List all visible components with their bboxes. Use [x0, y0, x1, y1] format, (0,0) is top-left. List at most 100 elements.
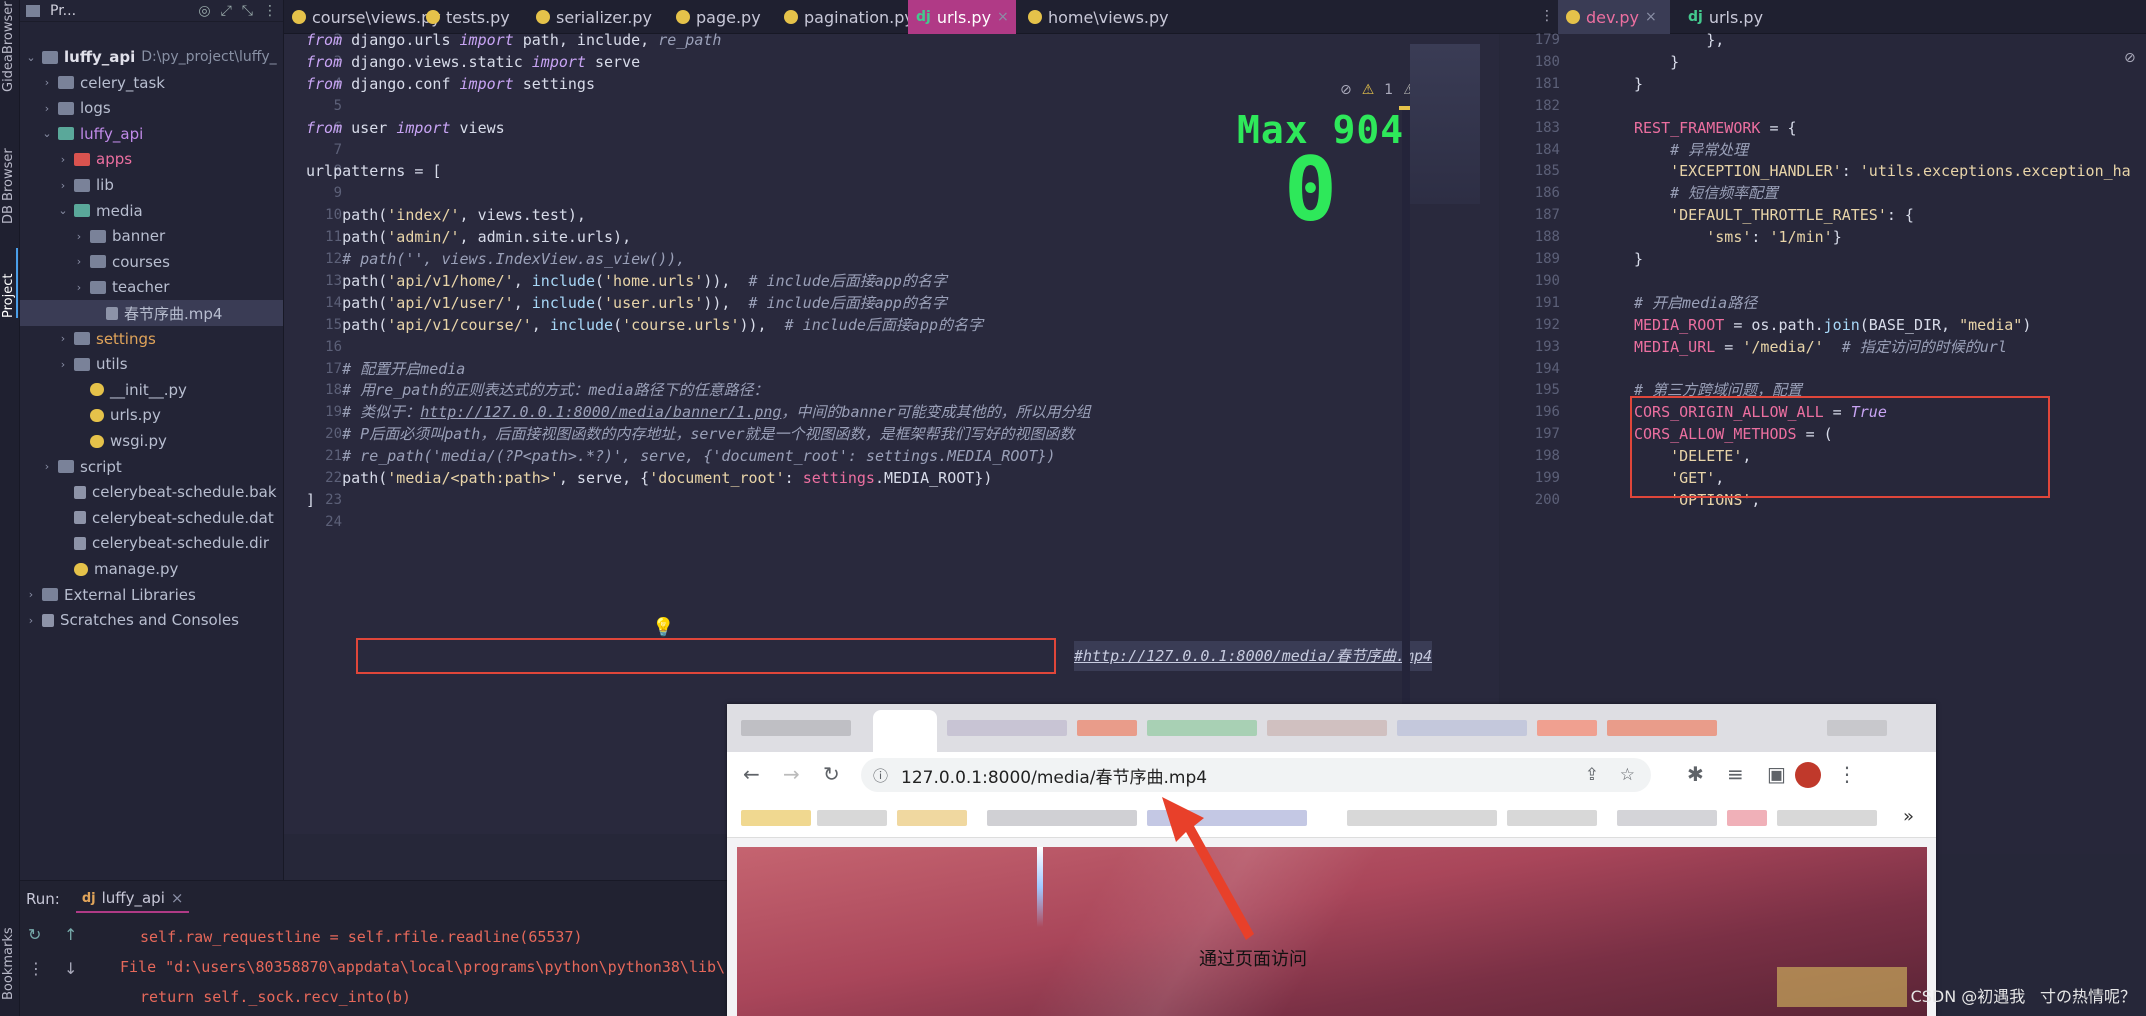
tree-item[interactable]: › lib	[20, 172, 283, 198]
editor-tab[interactable]: dj urls.py ×	[908, 0, 1016, 34]
chevron-right-icon[interactable]: ›	[56, 179, 70, 192]
chevron-right-icon[interactable]: ›	[72, 281, 86, 294]
scroll-down-icon[interactable]: ↓	[64, 959, 77, 978]
lightbulb-icon[interactable]: 💡	[652, 617, 674, 638]
back-icon[interactable]: ←	[743, 762, 760, 786]
project-icon	[26, 4, 40, 17]
editor-tab-label: urls.py	[1708, 7, 1764, 27]
tree-item[interactable]: 春节序曲.mp4	[20, 300, 283, 326]
video-player[interactable]	[737, 847, 1927, 1016]
chevron-right-icon[interactable]: ›	[24, 614, 38, 627]
code-token: 'api/v1/home/'	[387, 271, 514, 290]
forward-icon[interactable]: →	[783, 762, 800, 786]
chevron-right-icon[interactable]: ›	[24, 588, 38, 601]
editor-tab[interactable]: dj urls.py	[1680, 0, 1800, 34]
inline-url-hint: #http://127.0.0.1:8000/media/春节序曲.mp4	[1074, 641, 1433, 671]
site-info-icon[interactable]: ⓘ	[873, 765, 888, 786]
editor-tab[interactable]: course\views.py	[284, 0, 441, 34]
menu-icon[interactable]: ⋮	[1837, 762, 1857, 786]
code-token: = {	[1760, 118, 1797, 137]
tree-item[interactable]: › apps	[20, 146, 283, 172]
tree-item[interactable]: › logs	[20, 95, 283, 121]
tree-item[interactable]: wsgi.py	[20, 428, 283, 454]
collapse-icon[interactable]: ⤡	[242, 3, 253, 19]
gideabrowser-tool-tab[interactable]: GideaBrowser	[1, 1, 16, 92]
tree-item[interactable]: ⌄ luffy_api	[20, 121, 283, 147]
folder-icon	[58, 460, 74, 474]
tree-item[interactable]: › Scratches and Consoles	[20, 607, 283, 633]
folder-icon	[58, 76, 74, 90]
code-token: path(	[306, 271, 388, 290]
media-control-icon[interactable]: ≡	[1727, 762, 1744, 786]
editor-tab[interactable]: page.py	[668, 0, 772, 34]
project-tool-tab[interactable]: Project	[1, 248, 18, 318]
chevron-right-icon[interactable]: ›	[72, 255, 86, 268]
chevron-down-icon[interactable]: ⌄	[24, 51, 38, 64]
tree-item[interactable]: › settings	[20, 326, 283, 352]
chevron-right-icon[interactable]: ›	[40, 76, 54, 89]
close-icon[interactable]: ×	[171, 889, 184, 907]
tree-item[interactable]: › banner	[20, 223, 283, 249]
rerun-icon[interactable]: ↻	[28, 925, 41, 944]
chevron-right-icon[interactable]: ›	[56, 153, 70, 166]
bookmark-star-icon[interactable]: ☆	[1620, 765, 1635, 785]
browser-active-tab[interactable]	[873, 710, 937, 752]
tree-item[interactable]: › External Libraries	[20, 582, 283, 608]
tree-item-label: apps	[96, 150, 133, 169]
editor-tab[interactable]: pagination.py	[776, 0, 914, 34]
chevron-right-icon[interactable]: ›	[56, 358, 70, 371]
bookmarks-tool-tab[interactable]: Bookmarks	[1, 920, 16, 1000]
chevron-right-icon[interactable]: ›	[56, 332, 70, 345]
tree-item-label: celerybeat-schedule.dir	[92, 534, 269, 553]
expand-icon[interactable]: ⤢	[221, 3, 232, 19]
tree-item[interactable]: ⌄ media	[20, 198, 283, 224]
close-icon[interactable]: ×	[1645, 9, 1657, 25]
minimap[interactable]	[1410, 44, 1480, 204]
tree-item[interactable]: › script	[20, 454, 283, 480]
avatar[interactable]	[1795, 762, 1821, 788]
tree-item[interactable]: › celery_task	[20, 70, 283, 96]
run-tab[interactable]: dj luffy_api ×	[75, 885, 190, 913]
target-icon[interactable]: ◎	[198, 3, 210, 19]
django-icon: dj	[81, 890, 96, 906]
share-icon[interactable]: ⇪	[1585, 765, 1599, 785]
code-token: ,	[531, 315, 550, 334]
editor-tab[interactable]: dev.py ×	[1558, 0, 1670, 34]
reload-icon[interactable]: ↻	[823, 762, 840, 786]
chevron-right-icon[interactable]: ›	[72, 230, 86, 243]
reader-mode-icon[interactable]: ⊘	[2124, 50, 2136, 66]
db-browser-tool-tab[interactable]: DB Browser	[1, 134, 16, 224]
editor-tab[interactable]: serializer.py	[528, 0, 664, 34]
editor-tab[interactable]: tests.py	[418, 0, 524, 34]
tab-overflow-icon[interactable]: ⋮	[1540, 8, 1554, 24]
chevron-down-icon[interactable]: ⌄	[40, 127, 54, 140]
code-line: # 类似于：http://127.0.0.1:8000/media/banner…	[306, 402, 1091, 424]
chevron-down-icon[interactable]: ⌄	[56, 204, 70, 217]
chevron-right-icon[interactable]: ›	[40, 460, 54, 473]
code-token: 'EXCEPTION_HANDLER'	[1634, 162, 1842, 181]
more-icon[interactable]: ⋮	[28, 959, 44, 978]
extensions-icon[interactable]: ✱	[1687, 762, 1704, 786]
tree-item[interactable]: urls.py	[20, 402, 283, 428]
tree-item[interactable]: › courses	[20, 249, 283, 275]
tree-item[interactable]: celerybeat-schedule.dat	[20, 505, 283, 531]
address-bar[interactable]: ⓘ 127.0.0.1:8000/media/春节序曲.mp4 ⇪ ☆	[861, 758, 1651, 792]
bookmarks-overflow[interactable]: »	[1903, 806, 1914, 827]
editor-tab[interactable]: home\views.py	[1020, 0, 1169, 34]
more-icon[interactable]: ⋮	[263, 3, 277, 19]
code-token: # 短信频率配置	[1634, 184, 1779, 203]
tree-item[interactable]: manage.py	[20, 556, 283, 582]
tree-item[interactable]: › utils	[20, 351, 283, 377]
close-icon[interactable]: ×	[997, 9, 1009, 25]
side-panel-icon[interactable]: ▣	[1767, 762, 1786, 786]
tree-item[interactable]: ⌄ luffy_api D:\py_project\luffy_	[20, 44, 283, 70]
tree-item[interactable]: celerybeat-schedule.bak	[20, 479, 283, 505]
chevron-right-icon[interactable]: ›	[40, 102, 54, 115]
tree-item[interactable]: __init__.py	[20, 377, 283, 403]
code-line: MEDIA_URL = '/media/' # 指定访问的时候的url	[1634, 337, 2007, 359]
scroll-up-icon[interactable]: ↑	[64, 925, 77, 944]
code-token: ，中间的banner可能变成其他的，所以用分组	[781, 403, 1091, 422]
tree-item[interactable]: celerybeat-schedule.dir	[20, 530, 283, 556]
project-panel-title[interactable]: Pr...	[50, 3, 76, 19]
tree-item[interactable]: › teacher	[20, 274, 283, 300]
